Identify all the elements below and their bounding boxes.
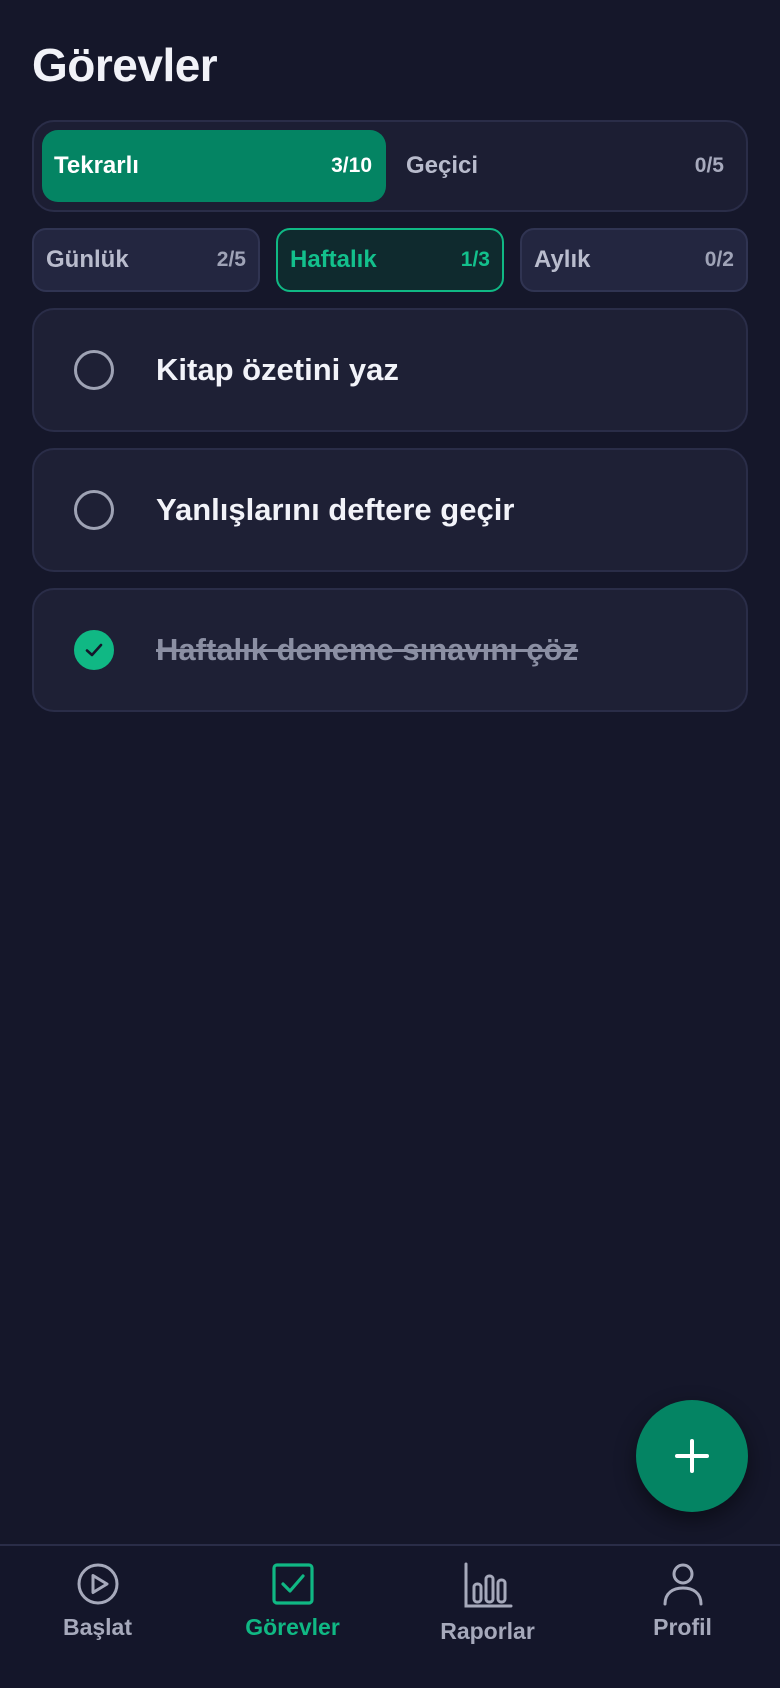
chip-label: Haftalık: [290, 246, 377, 273]
tab-count: 0/5: [694, 154, 724, 177]
nav-item-reports[interactable]: Raporlar: [390, 1546, 585, 1688]
empty-circle-icon[interactable]: [74, 350, 114, 390]
task-type-segmented-control: Tekrarlı 3/10 Geçici 0/5: [32, 120, 748, 212]
tab-temporary[interactable]: Geçici 0/5: [394, 130, 738, 202]
checkmark-icon: [85, 643, 103, 657]
nav-label: Profil: [653, 1614, 712, 1640]
task-list: Kitap özetini yaz Yanlışlarını deftere g…: [32, 308, 748, 728]
user-icon: [663, 1563, 702, 1606]
task-title: Kitap özetini yaz: [156, 352, 399, 387]
task-item[interactable]: Kitap özetini yaz: [32, 308, 748, 432]
chip-count: 2/5: [216, 248, 246, 271]
bar-chart-icon: [464, 1562, 512, 1608]
page-title: Görevler: [32, 39, 218, 91]
task-title: Yanlışlarını deftere geçir: [156, 492, 515, 527]
play-circle-icon: [77, 1563, 118, 1605]
plus-icon: [675, 1439, 709, 1473]
chip-daily[interactable]: Günlük 2/5: [32, 228, 260, 292]
period-filter: Günlük 2/5 Haftalık 1/3 Aylık 0/2: [32, 228, 748, 292]
chip-monthly[interactable]: Aylık 0/2: [520, 228, 748, 292]
chip-label: Günlük: [46, 246, 129, 273]
tab-label: Tekrarlı: [54, 152, 139, 179]
chip-count: 0/2: [704, 248, 734, 271]
nav-item-tasks[interactable]: Görevler: [195, 1546, 390, 1688]
check-circle-icon[interactable]: [74, 630, 114, 670]
tab-label: Geçici: [406, 152, 479, 179]
checkbox-icon: [271, 1563, 314, 1605]
task-title: Haftalık deneme sınavını çöz: [156, 632, 579, 667]
task-item[interactable]: Yanlışlarını deftere geçir: [32, 448, 748, 572]
nav-item-profile[interactable]: Profil: [585, 1546, 780, 1688]
add-task-button[interactable]: [636, 1400, 748, 1512]
tab-recurring[interactable]: Tekrarlı 3/10: [42, 130, 386, 202]
chip-label: Aylık: [534, 246, 591, 273]
nav-label: Başlat: [62, 1614, 133, 1640]
bottom-navigation: Başlat Görevler Raporlar Profil: [0, 1544, 780, 1688]
task-item-completed[interactable]: Haftalık deneme sınavını çöz: [32, 588, 748, 712]
tasks-screen: Görevler Tekrarlı 3/10 Geçici 0/5 Günlük…: [0, 0, 780, 1688]
chip-count: 1/3: [460, 248, 490, 271]
chip-weekly[interactable]: Haftalık 1/3: [276, 228, 504, 292]
empty-circle-icon[interactable]: [74, 490, 114, 530]
nav-item-start[interactable]: Başlat: [0, 1546, 195, 1688]
nav-label: Görevler: [245, 1614, 340, 1640]
tab-count: 3/10: [331, 154, 372, 177]
nav-label: Raporlar: [440, 1618, 535, 1644]
